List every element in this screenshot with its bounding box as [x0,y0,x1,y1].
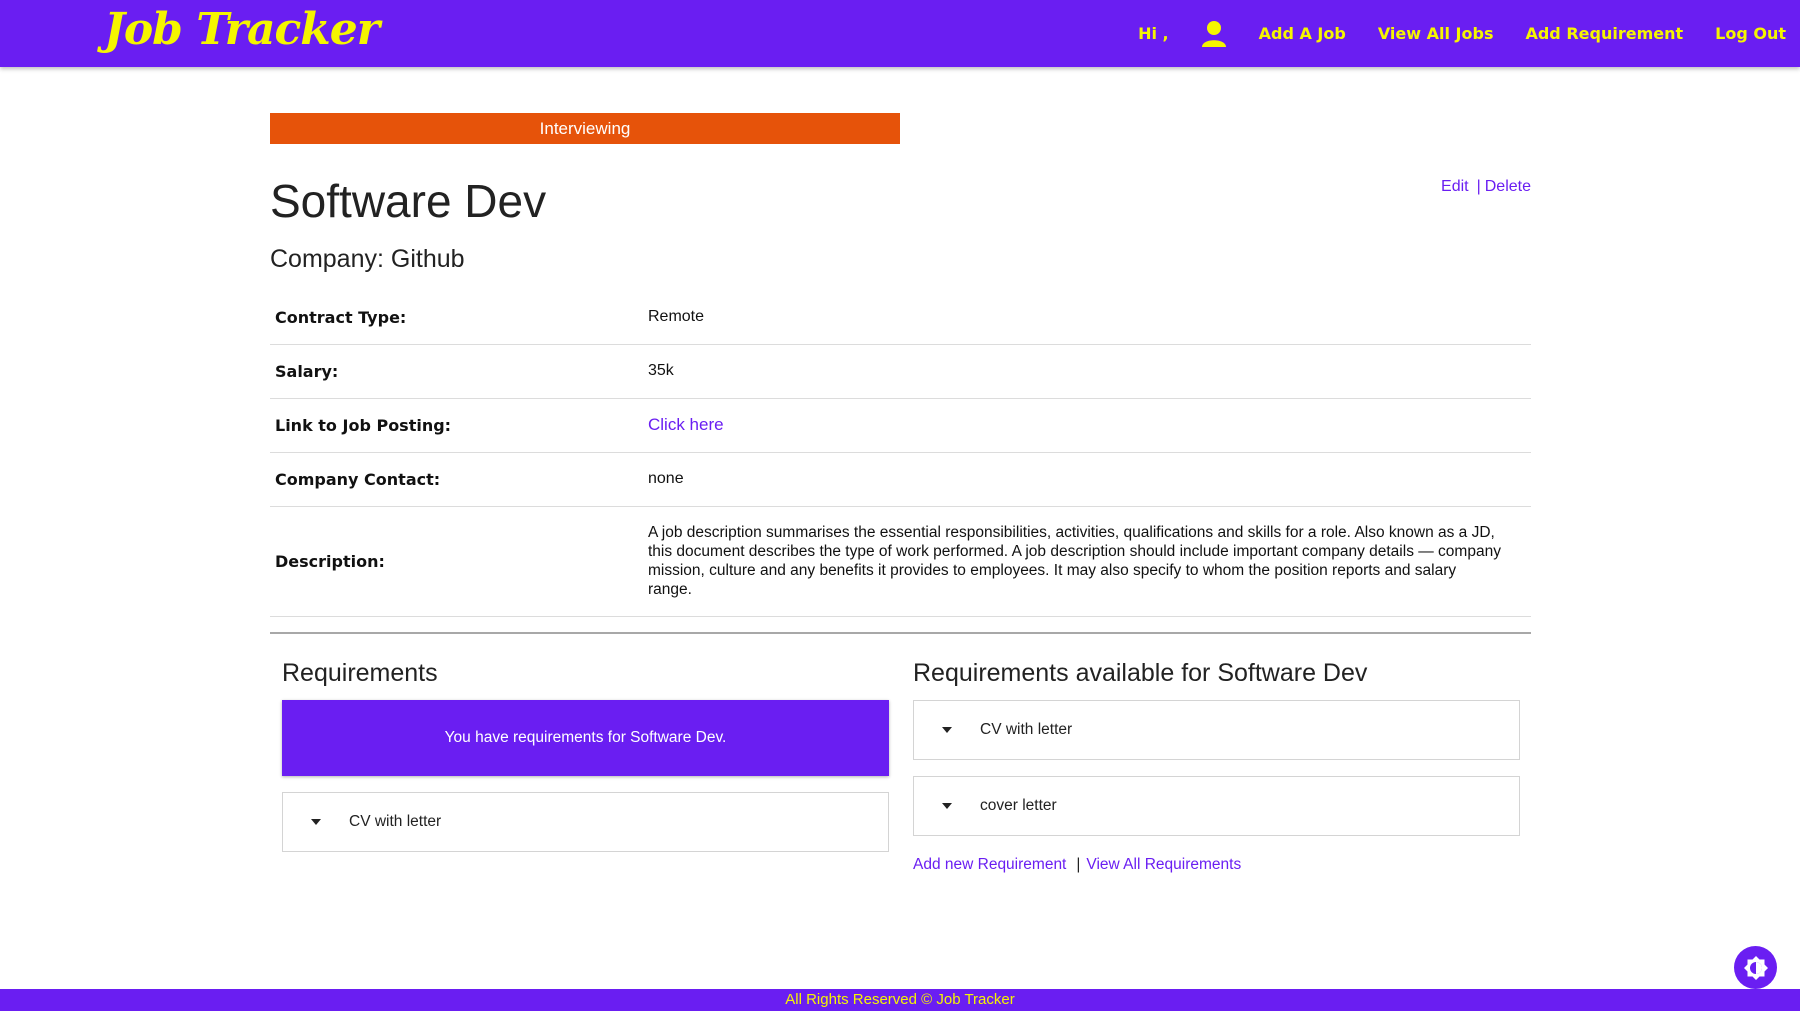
caret-down-icon[interactable] [311,819,321,825]
action-separator: | [1476,178,1481,195]
job-actions: Edit | Delete [1441,178,1531,196]
job-title: Software Dev [270,175,547,227]
detail-label: Description: [270,506,648,617]
app-logo[interactable]: Job Tracker [104,4,380,55]
company-name: Company: Github [270,245,465,273]
detail-value: 35k [648,344,1531,399]
nav-menu: Hi , Add A Job View All Jobs Add Require… [1138,0,1786,67]
edit-job-link[interactable]: Edit [1441,178,1469,195]
description-text: A job description summarises the essenti… [648,524,1501,598]
detail-label: Contract Type: [270,291,648,345]
nav-add-job[interactable]: Add A Job [1259,24,1346,43]
footer: All Rights Reserved © Job Tracker [0,989,1800,1011]
navbar: Job Tracker Hi , Add A Job View All Jobs… [0,0,1800,67]
detail-row-contract-type: Contract Type: Remote [270,291,1531,345]
nav-add-requirement[interactable]: Add Requirement [1525,24,1683,43]
requirement-links: Add new Requirement | View All Requirement… [913,856,1241,874]
caret-down-icon[interactable] [942,727,952,733]
available-requirements-heading: Requirements available for Software Dev [913,659,1368,687]
detail-label: Link to Job Posting: [270,398,648,453]
requirement-item[interactable]: CV with letter [282,792,889,852]
detail-value: A job description summarises the essenti… [648,506,1531,617]
job-posting-link[interactable]: Click here [648,415,724,434]
detail-label: Salary: [270,344,648,399]
detail-row-description: Description: A job description summarise… [270,506,1531,617]
link-separator: | [1076,856,1081,873]
detail-value: Remote [648,291,1531,345]
brightness-icon [1743,955,1768,980]
available-requirement-item[interactable]: cover letter [913,776,1520,836]
nav-view-all-jobs[interactable]: View All Jobs [1378,24,1494,43]
delete-job-link[interactable]: Delete [1485,178,1531,195]
user-icon[interactable] [1201,20,1227,48]
requirement-label: cover letter [980,797,1057,814]
detail-row-salary: Salary: 35k [270,344,1531,399]
requirements-notice: You have requirements for Software Dev. [282,700,889,776]
job-status-badge: Interviewing [270,113,900,144]
section-divider [270,632,1531,634]
requirement-label: CV with letter [349,813,442,830]
requirements-heading: Requirements [282,659,438,687]
view-all-requirements-link[interactable]: View All Requirements [1086,856,1241,873]
detail-row-company-contact: Company Contact: none [270,452,1531,507]
caret-down-icon[interactable] [942,803,952,809]
theme-toggle-button[interactable] [1734,946,1777,989]
user-greeting: Hi , [1138,24,1169,43]
job-details-table: Contract Type: Remote Salary: 35k Link t… [270,291,1531,617]
nav-log-out[interactable]: Log Out [1715,24,1786,43]
detail-label: Company Contact: [270,452,648,507]
requirement-label: CV with letter [980,721,1073,738]
add-new-requirement-link[interactable]: Add new Requirement [913,856,1066,873]
detail-row-job-posting: Link to Job Posting: Click here [270,398,1531,453]
available-requirement-item[interactable]: CV with letter [913,700,1520,760]
detail-value: none [648,452,1531,507]
detail-value: Click here [648,398,1531,453]
